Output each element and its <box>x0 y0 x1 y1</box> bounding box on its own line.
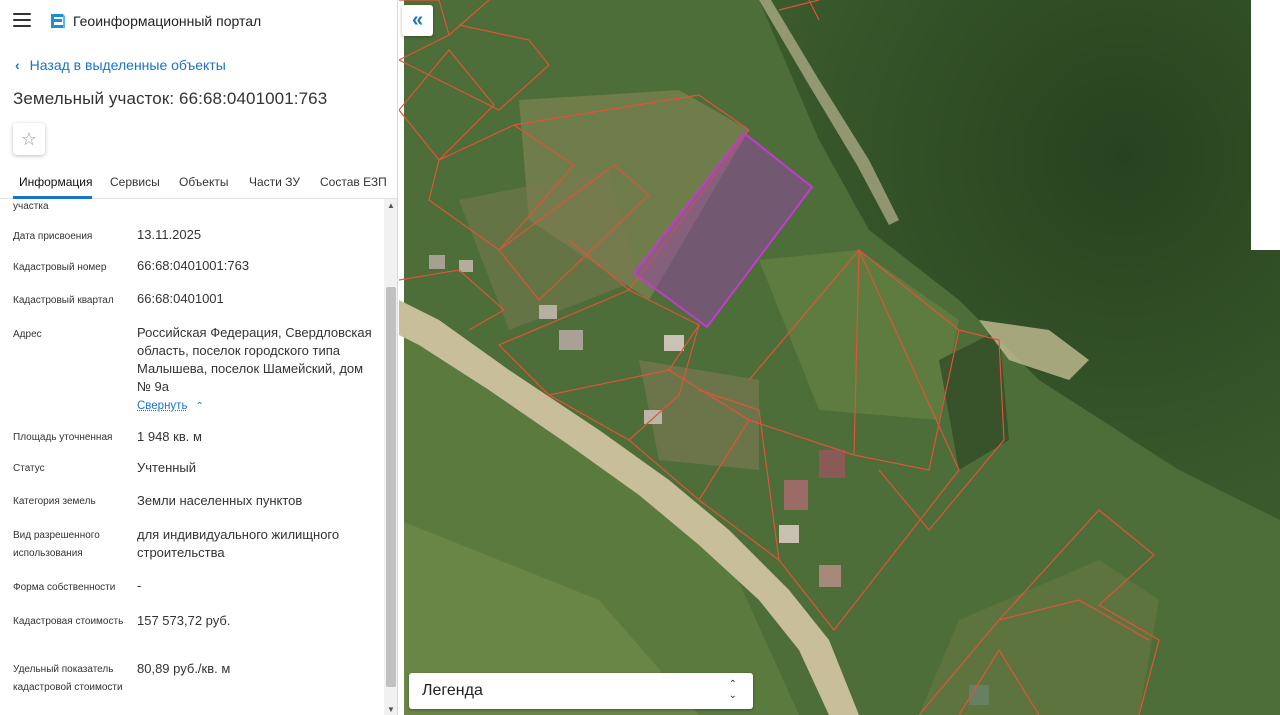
tab-objects[interactable]: Объекты <box>179 175 229 189</box>
field-label: Адрес <box>13 329 42 340</box>
field-value: - <box>137 578 142 593</box>
field-label: Кадастровый квартал <box>13 295 114 306</box>
field-value: для индивидуального жилищного строительс… <box>137 527 340 560</box>
map-view[interactable]: циан <box>399 0 1280 715</box>
field-value: 1 948 кв. м <box>137 429 202 444</box>
favorite-button[interactable]: ☆ <box>13 123 45 155</box>
satellite-imagery <box>399 0 1280 715</box>
chevron-up-icon: ⌃ <box>195 401 204 412</box>
field-label: Удельный показатель кадастровой стоимост… <box>13 664 123 693</box>
double-chevron-left-icon: « <box>411 9 424 31</box>
collapse-address-link[interactable]: Свернуть ⌃ <box>137 400 204 412</box>
app-title: Геоинформационный портал <box>73 13 262 29</box>
portal-logo-icon <box>51 14 65 28</box>
field-value: 66:68:0401001:763 <box>137 258 250 273</box>
collapse-panel-button[interactable]: « <box>402 5 433 36</box>
page-title: Земельный участок: 66:68:0401001:763 <box>13 89 328 108</box>
back-to-selected-link[interactable]: ‹ Назад в выделенные объекты <box>15 57 226 73</box>
scroll-down-icon[interactable]: ▼ <box>387 705 395 714</box>
field-label: Кадастровая стоимость <box>13 616 124 627</box>
scroll-thumb[interactable] <box>386 287 396 687</box>
field-label: Кадастровый номер <box>13 262 107 273</box>
field-label: Форма собственности <box>13 582 116 593</box>
field-label: Дата присвоения <box>13 231 93 242</box>
field-value: 157 573,72 руб. <box>137 613 231 628</box>
menu-icon[interactable] <box>13 13 31 29</box>
top-bar: Геоинформационный портал <box>0 0 397 44</box>
field-label: Площадь уточненная <box>13 432 113 443</box>
tab-info[interactable]: Информация <box>19 175 92 189</box>
legend-label: Легенда <box>422 682 483 699</box>
info-scrollbar[interactable]: ▲ ▼ <box>384 199 397 715</box>
field-label: Вид разрешенного использования <box>13 530 100 559</box>
tab-ezp-composition[interactable]: Состав ЕЗП <box>320 175 387 189</box>
field-value: Земли населенных пунктов <box>137 493 303 508</box>
info-list: участка Дата присвоения 13.11.2025 Кадас… <box>0 199 397 715</box>
info-panel: Геоинформационный портал ‹ Назад в выдел… <box>0 0 398 715</box>
star-icon: ☆ <box>20 128 38 149</box>
collapse-label: Свернуть <box>137 400 188 412</box>
scroll-up-icon[interactable]: ▲ <box>387 201 395 210</box>
field-value: 80,89 руб./кв. м <box>137 661 231 676</box>
field-label: Статус <box>13 463 45 474</box>
field-value: Учтенный <box>137 460 197 475</box>
tab-parts[interactable]: Части ЗУ <box>249 175 300 189</box>
tab-bar: Информация Сервисы Объекты Части ЗУ Сост… <box>0 166 397 199</box>
field-label: Категория земель <box>13 496 96 507</box>
partial-label: участка <box>13 201 49 212</box>
back-link-label: Назад в выделенные объекты <box>29 57 226 73</box>
legend-dropdown[interactable]: Легенда ⌃ ⌄ <box>409 673 753 709</box>
chevron-left-icon: ‹ <box>15 57 20 73</box>
field-value: 13.11.2025 <box>137 227 202 242</box>
address-value: Российская Федерация, Свердловская облас… <box>137 325 372 394</box>
tab-services[interactable]: Сервисы <box>110 175 160 189</box>
field-value: 66:68:0401001 <box>137 291 224 306</box>
expand-collapse-icon: ⌃ ⌄ <box>728 679 737 701</box>
